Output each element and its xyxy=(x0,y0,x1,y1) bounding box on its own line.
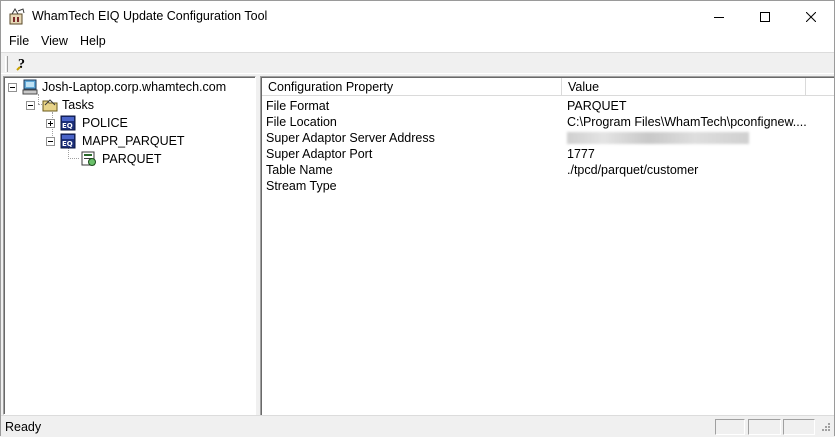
tree-node-root[interactable]: Josh-Laptop.corp.whamtech.com xyxy=(4,79,254,95)
row-value: PARQUET xyxy=(567,99,627,113)
svg-text:EQ: EQ xyxy=(62,140,73,148)
row-property: Stream Type xyxy=(266,179,337,193)
row-value: C:\Program Files\WhamTech\pconfignew.... xyxy=(567,115,807,129)
collapse-root-toggle[interactable] xyxy=(8,83,17,92)
svg-text:EQ: EQ xyxy=(62,122,73,130)
tree-label-police: POLICE xyxy=(82,116,128,130)
property-list[interactable]: Configuration Property Value File Format… xyxy=(260,76,834,415)
window-title: WhamTech EIQ Update Configuration Tool xyxy=(32,9,268,23)
row-property: Super Adaptor Server Address xyxy=(266,131,435,145)
tree-node-tasks[interactable]: Tasks xyxy=(4,97,254,113)
column-header-property[interactable]: Configuration Property xyxy=(262,78,562,96)
tree-node-police[interactable]: EQ POLICE xyxy=(4,115,254,131)
status-pane-2 xyxy=(748,419,781,435)
menu-view[interactable]: View xyxy=(39,34,70,48)
eiq-task-icon: EQ xyxy=(60,133,76,149)
computer-icon xyxy=(22,79,38,95)
row-property: Super Adaptor Port xyxy=(266,147,373,161)
row-property: File Format xyxy=(266,99,330,113)
svg-text:?: ? xyxy=(18,57,25,72)
close-button[interactable] xyxy=(788,1,834,32)
column-header-filler xyxy=(806,78,834,96)
help-icon[interactable]: ? xyxy=(14,55,30,72)
list-row[interactable]: File Location C:\Program Files\WhamTech\… xyxy=(266,114,826,130)
status-bar: Ready xyxy=(1,415,834,436)
list-row[interactable]: Super Adaptor Server Address xyxy=(266,130,826,146)
resize-grip-icon[interactable] xyxy=(818,421,831,434)
status-text: Ready xyxy=(5,420,42,434)
menu-file[interactable]: File xyxy=(7,34,31,48)
maximize-button[interactable] xyxy=(742,1,788,32)
title-bar[interactable]: WhamTech EIQ Update Configuration Tool xyxy=(1,1,834,32)
status-pane-3 xyxy=(783,419,815,435)
menu-help[interactable]: Help xyxy=(78,34,108,48)
tree-label-root: Josh-Laptop.corp.whamtech.com xyxy=(42,80,227,94)
column-header-value[interactable]: Value xyxy=(562,78,806,96)
row-value: ./tpcd/parquet/customer xyxy=(567,163,699,177)
expand-police-toggle[interactable] xyxy=(46,119,55,128)
status-pane-1 xyxy=(715,419,745,435)
collapse-mapr-parquet-toggle[interactable] xyxy=(46,137,55,146)
toolbar: ? xyxy=(1,52,834,74)
config-icon xyxy=(81,151,97,167)
tree-label-mapr-parquet: MAPR_PARQUET xyxy=(82,134,185,148)
app-icon xyxy=(9,8,26,25)
list-row[interactable]: Stream Type xyxy=(266,178,826,194)
row-property: Table Name xyxy=(266,163,333,177)
eiq-task-icon: EQ xyxy=(60,115,76,131)
tree-label-parquet: PARQUET xyxy=(102,152,162,166)
toolbar-grip[interactable] xyxy=(5,56,8,72)
row-property: File Location xyxy=(266,115,337,129)
app-window: WhamTech EIQ Update Configuration Tool F… xyxy=(0,0,835,436)
list-header: Configuration Property Value xyxy=(262,78,834,96)
collapse-tasks-toggle[interactable] xyxy=(26,101,35,110)
list-row[interactable]: Super Adaptor Port 1777 xyxy=(266,146,826,162)
tree-node-mapr-parquet[interactable]: EQ MAPR_PARQUET xyxy=(4,133,254,149)
row-value: 1777 xyxy=(567,147,595,161)
tasks-folder-icon xyxy=(42,97,58,113)
list-row[interactable]: File Format PARQUET xyxy=(266,98,826,114)
tree-view[interactable]: Josh-Laptop.corp.whamtech.com Tasks EQ P… xyxy=(3,76,256,415)
menu-bar: File View Help xyxy=(1,32,834,52)
tree-label-tasks: Tasks xyxy=(62,98,94,112)
redacted-address xyxy=(567,132,749,144)
minimize-button[interactable] xyxy=(696,1,742,32)
list-row[interactable]: Table Name ./tpcd/parquet/customer xyxy=(266,162,826,178)
tree-node-parquet[interactable]: PARQUET xyxy=(4,151,254,167)
